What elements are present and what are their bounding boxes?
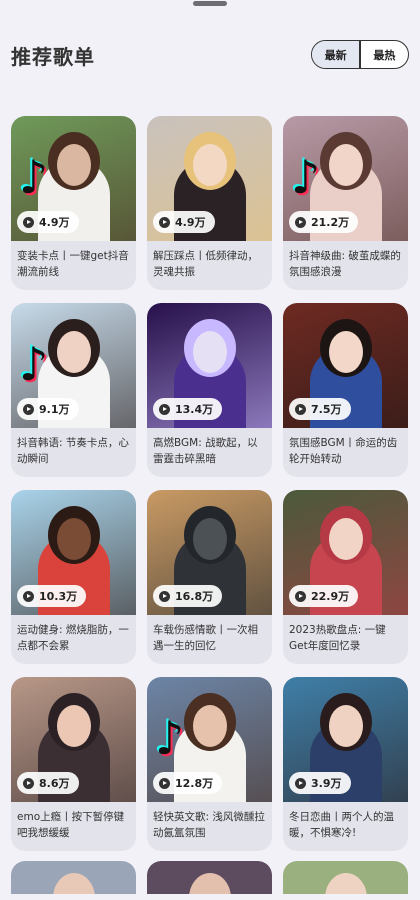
cover-face	[56, 144, 91, 186]
playlist-cover-image[interactable]: 16.8万	[147, 490, 272, 615]
play-icon	[159, 777, 170, 789]
cover-face	[328, 705, 363, 747]
play-count: 7.5万	[311, 403, 342, 416]
play-count-badge[interactable]: 9.1万	[17, 398, 79, 420]
play-count: 9.1万	[39, 403, 70, 416]
play-count: 21.2万	[311, 216, 350, 229]
playlist-cover-image[interactable]: ♪ 12.8万	[147, 677, 272, 802]
playlist-cover-image[interactable]: 3.9万	[283, 677, 408, 802]
play-icon	[23, 777, 34, 789]
playlist-title[interactable]: 变装卡点丨一键get抖音潮流前线	[11, 241, 136, 280]
sort-newest-button[interactable]: 最新	[312, 41, 360, 68]
playlist-title[interactable]: 抖音韩语: 节奏卡点，心动瞬间	[11, 428, 136, 467]
play-count: 16.8万	[175, 590, 214, 603]
playlist-cover-image[interactable]: 4.9万	[147, 116, 272, 241]
play-icon	[159, 216, 170, 228]
cover-face	[56, 331, 91, 373]
playlist-card[interactable]: ♪ 21.2万抖音神级曲: 破茧成蝶的氛围感浪漫	[283, 116, 408, 290]
playlist-title[interactable]: 冬日恋曲丨两个人的温暖，不惧寒冷!	[283, 802, 408, 841]
cover-face	[192, 518, 227, 560]
playlist-card[interactable]: 8.6万 emo上瘾丨按下暂停键吧我想缓缓	[11, 677, 136, 851]
bottom-edge	[0, 894, 420, 900]
play-icon	[23, 403, 34, 415]
play-count-badge[interactable]: 22.9万	[289, 585, 359, 607]
tiktok-logo-icon: ♪	[19, 150, 49, 204]
playlist-card[interactable]: 7.5万氛围感BGM丨命运的齿轮开始转动	[283, 303, 408, 477]
playlist-title[interactable]: 氛围感BGM丨命运的齿轮开始转动	[283, 428, 408, 467]
playlist-title[interactable]: 2023热歌盘点: 一键Get年度回忆录	[283, 615, 408, 654]
playlist-card[interactable]: 22.9万 2023热歌盘点: 一键Get年度回忆录	[283, 490, 408, 664]
play-count: 12.8万	[175, 777, 214, 790]
cover-face	[192, 144, 227, 186]
cover-face	[328, 518, 363, 560]
play-count-badge[interactable]: 3.9万	[289, 772, 351, 794]
playlist-title[interactable]: emo上瘾丨按下暂停键吧我想缓缓	[11, 802, 136, 841]
playlist-cover-image[interactable]: 10.3万	[11, 490, 136, 615]
playlist-card[interactable]: 4.9万解压踩点丨低频律动，灵魂共振	[147, 116, 272, 290]
play-count-badge[interactable]: 4.9万	[153, 211, 215, 233]
play-count-badge[interactable]: 16.8万	[153, 585, 223, 607]
cover-face	[192, 705, 227, 747]
playlist-card[interactable]: ♪ 9.1万抖音韩语: 节奏卡点，心动瞬间	[11, 303, 136, 477]
play-count-badge[interactable]: 4.9万	[17, 211, 79, 233]
playlist-title[interactable]: 解压踩点丨低频律动，灵魂共振	[147, 241, 272, 280]
play-icon	[159, 403, 170, 415]
cover-face	[328, 331, 363, 373]
playlist-card[interactable]: ♪ 12.8万轻快英文歌: 浅风微醺拉动氤氲氛围	[147, 677, 272, 851]
sort-hottest-button[interactable]: 最热	[361, 41, 408, 68]
playlist-cover-image[interactable]: 7.5万	[283, 303, 408, 428]
playlist-card[interactable]: 3.9万冬日恋曲丨两个人的温暖，不惧寒冷!	[283, 677, 408, 851]
playlist-title[interactable]: 轻快英文歌: 浅风微醺拉动氤氲氛围	[147, 802, 272, 841]
page-title: 推荐歌单	[11, 45, 95, 69]
playlist-title[interactable]: 高燃BGM: 战歌起，以雷霆击碎黑暗	[147, 428, 272, 467]
play-count: 22.9万	[311, 590, 350, 603]
cover-face	[192, 331, 227, 373]
play-icon	[295, 777, 306, 789]
play-count-badge[interactable]: 7.5万	[289, 398, 351, 420]
play-icon	[23, 590, 34, 602]
play-count-badge[interactable]: 12.8万	[153, 772, 223, 794]
play-icon	[295, 403, 306, 415]
play-count: 10.3万	[39, 590, 78, 603]
play-count: 3.9万	[311, 777, 342, 790]
play-count-badge[interactable]: 21.2万	[289, 211, 359, 233]
playlist-cover-image[interactable]: 13.4万	[147, 303, 272, 428]
playlist-cover-image[interactable]: 22.9万	[283, 490, 408, 615]
tiktok-logo-icon: ♪	[155, 711, 185, 765]
playlist-title[interactable]: 运动健身: 燃烧脂肪，一点都不会累	[11, 615, 136, 654]
play-count: 4.9万	[39, 216, 70, 229]
playlist-card[interactable]: 16.8万车载伤感情歌丨一次相遇一生的回忆	[147, 490, 272, 664]
play-icon	[295, 216, 306, 228]
playlist-grid: ♪ 4.9万 变装卡点丨一键get抖音潮流前线 4.9万 解压踩点丨低频律动，灵魂共振 ♪…	[11, 116, 408, 851]
sort-toggle[interactable]: 最新 最热	[311, 40, 409, 69]
playlist-title[interactable]: 车载伤感情歌丨一次相遇一生的回忆	[147, 615, 272, 654]
play-count-badge[interactable]: 13.4万	[153, 398, 223, 420]
cover-face	[328, 144, 363, 186]
play-icon	[295, 590, 306, 602]
playlist-cover-image[interactable]: ♪ 4.9万	[11, 116, 136, 241]
tiktok-logo-icon: ♪	[19, 337, 49, 391]
playlist-title[interactable]: 抖音神级曲: 破茧成蝶的氛围感浪漫	[283, 241, 408, 280]
cover-face	[56, 705, 91, 747]
playlist-card[interactable]: ♪ 4.9万变装卡点丨一键get抖音潮流前线	[11, 116, 136, 290]
tiktok-logo-icon: ♪	[291, 150, 321, 204]
playlist-cover-image[interactable]: 8.6万	[11, 677, 136, 802]
play-count: 4.9万	[175, 216, 206, 229]
play-count-badge[interactable]: 10.3万	[17, 585, 87, 607]
play-count: 13.4万	[175, 403, 214, 416]
drag-handle[interactable]	[193, 1, 227, 6]
play-icon	[159, 590, 170, 602]
playlist-card[interactable]: 10.3万运动健身: 燃烧脂肪，一点都不会累	[11, 490, 136, 664]
play-count-badge[interactable]: 8.6万	[17, 772, 79, 794]
playlist-card[interactable]: 13.4万高燃BGM: 战歌起，以雷霆击碎黑暗	[147, 303, 272, 477]
cover-face	[56, 518, 91, 560]
play-icon	[23, 216, 34, 228]
play-count: 8.6万	[39, 777, 70, 790]
playlist-cover-image[interactable]: ♪ 9.1万	[11, 303, 136, 428]
playlist-cover-image[interactable]: ♪ 21.2万	[283, 116, 408, 241]
